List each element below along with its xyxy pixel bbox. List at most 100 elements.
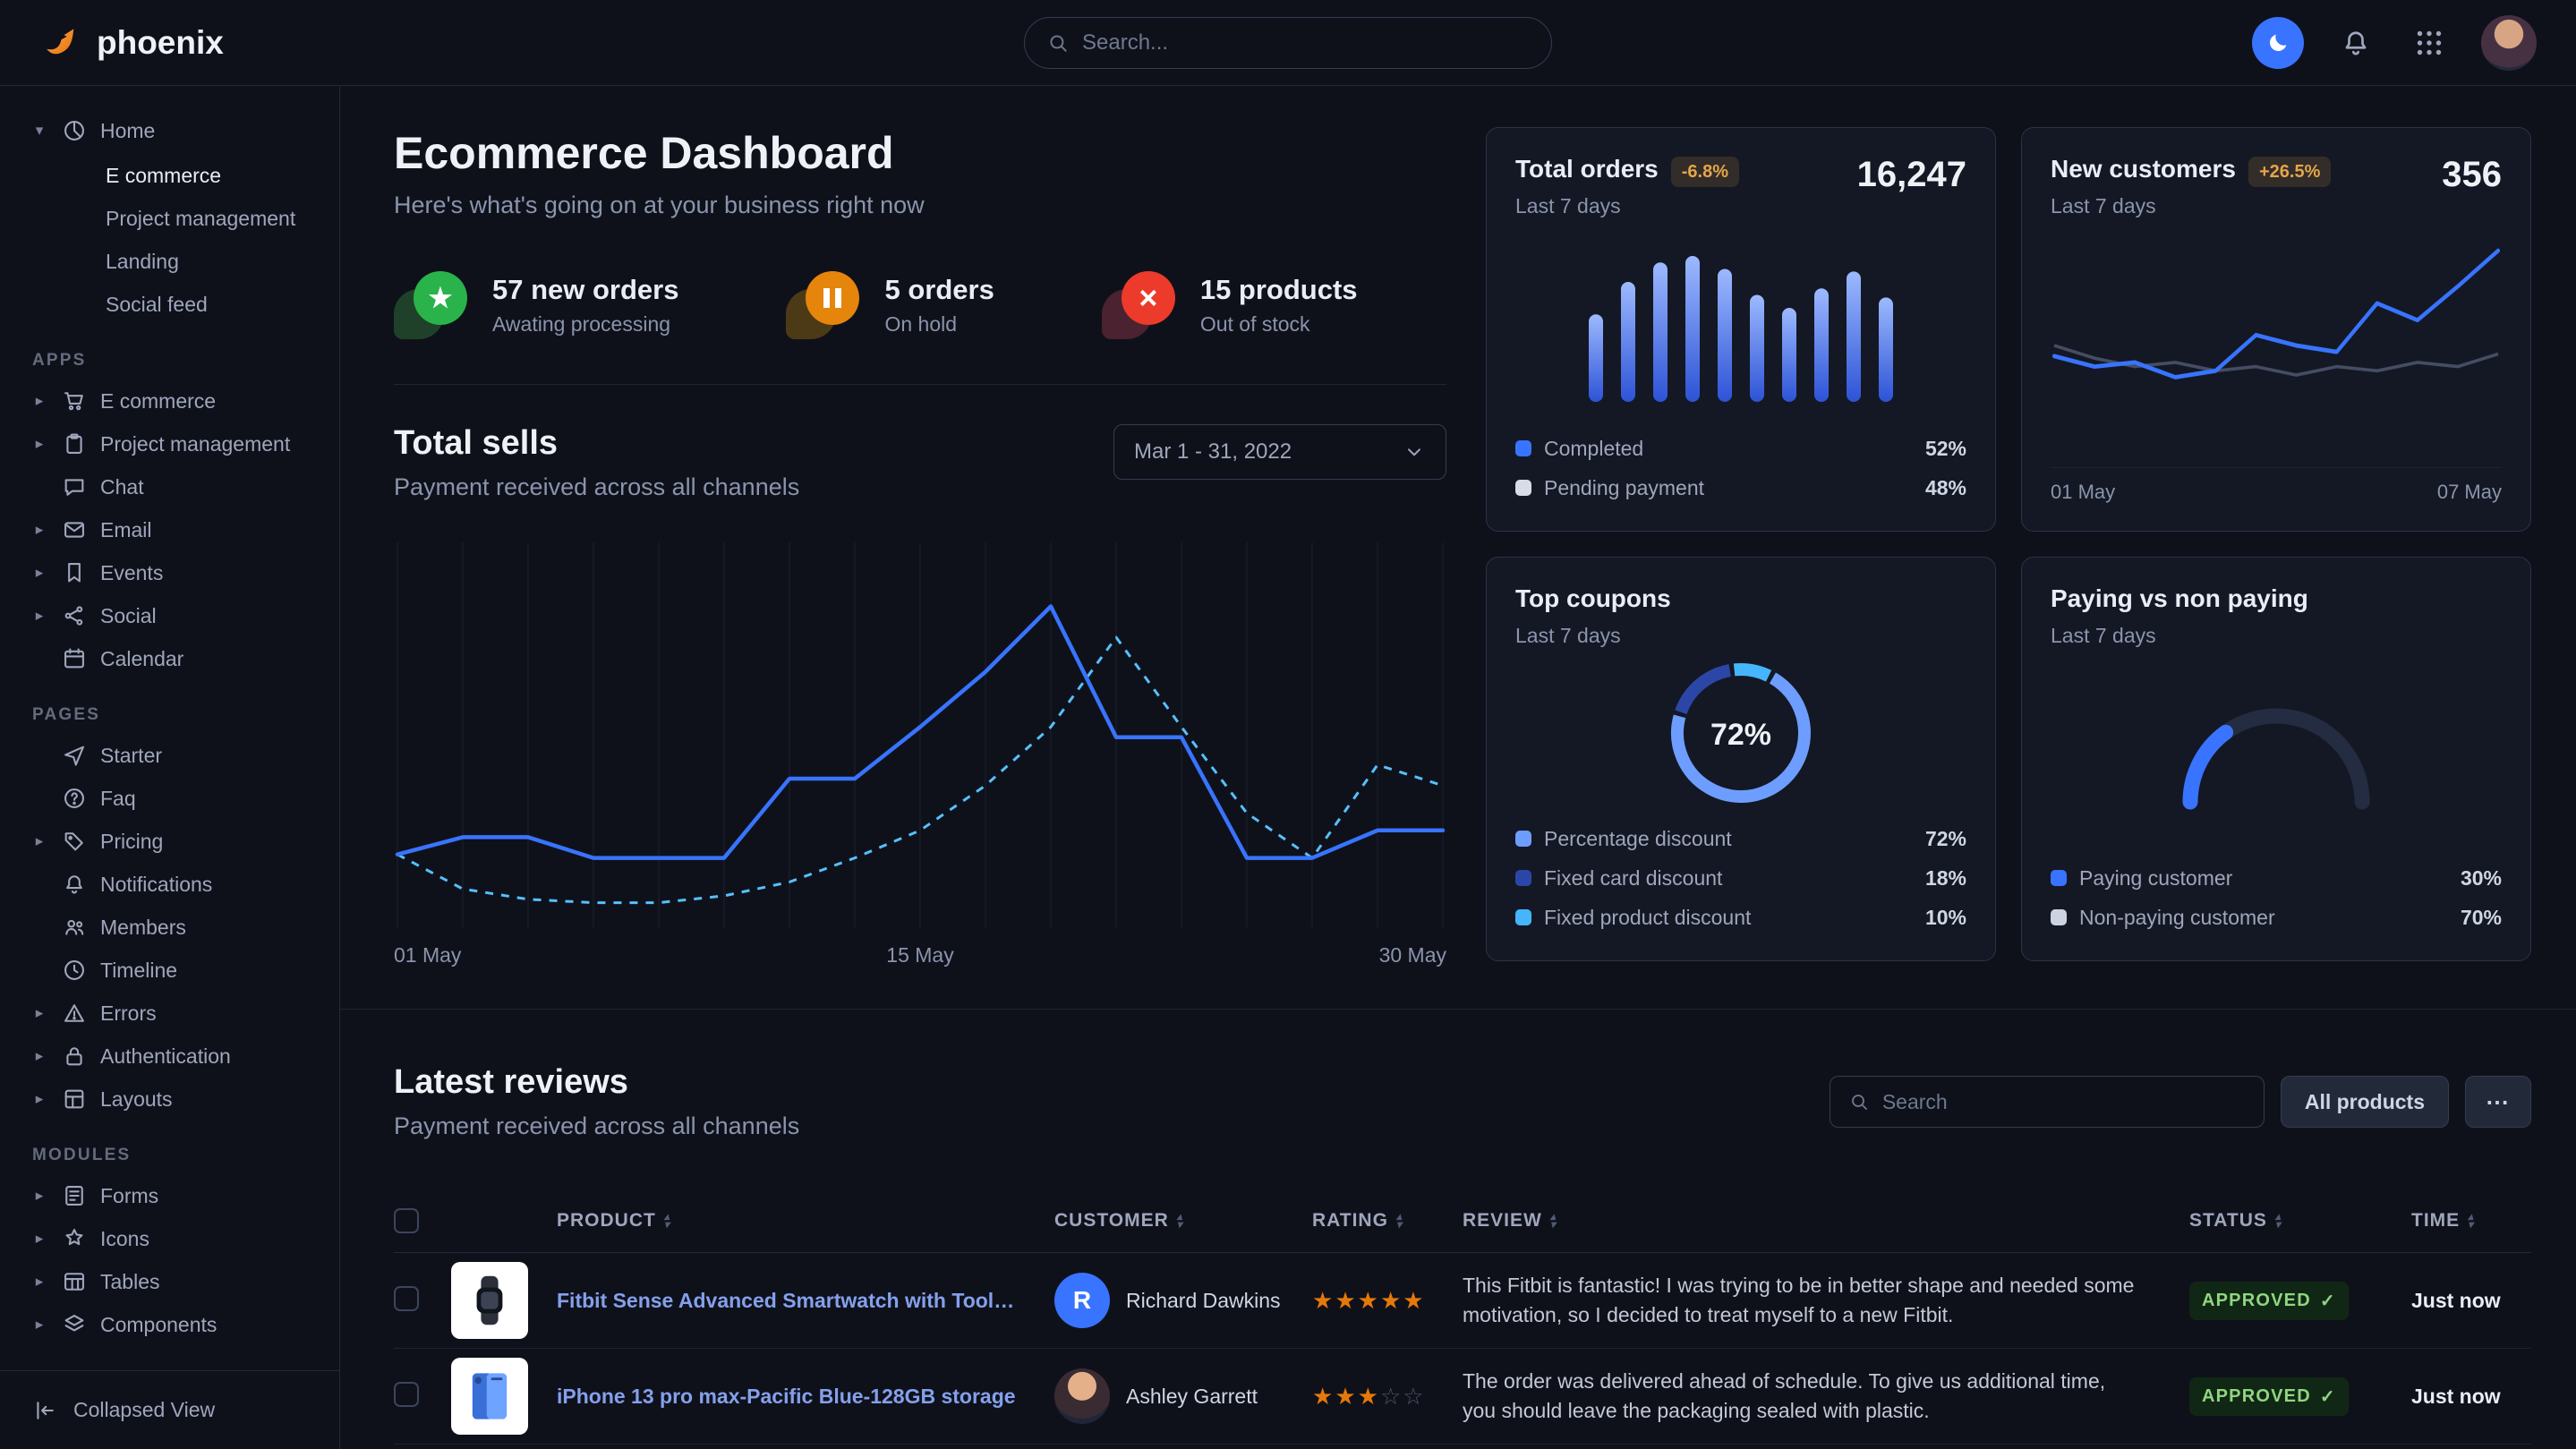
date-range-select[interactable]: Mar 1 - 31, 2022 (1113, 424, 1446, 480)
card-new-customers: New customers+26.5% Last 7 days 356 01 M… (2021, 127, 2531, 532)
legend-item: Pending payment 48% (1515, 472, 1966, 504)
more-options-button[interactable]: ⋯ (2465, 1076, 2531, 1128)
legend-label: Pending payment (1544, 476, 1704, 500)
product-link[interactable]: iPhone 13 pro max-Pacific Blue-128GB sto… (557, 1385, 1054, 1409)
reviews-search[interactable] (1830, 1076, 2265, 1128)
x-tick: 07 May (2437, 481, 2502, 504)
sidebar-item-layouts[interactable]: ▸Layouts (23, 1078, 316, 1121)
sort-icon[interactable]: ▴▾ (1550, 1213, 1557, 1229)
reviews-search-input[interactable] (1882, 1090, 2246, 1114)
legend-label: Fixed card discount (1544, 866, 1722, 891)
sort-icon[interactable]: ▴▾ (2468, 1213, 2474, 1229)
sidebar-item-home[interactable]: ▾ Home (23, 109, 316, 152)
sidebar-item-timeline[interactable]: Timeline (23, 949, 316, 992)
legend-swatch (1515, 440, 1531, 456)
caret-right-icon: ▸ (30, 521, 48, 539)
global-search-input[interactable] (1082, 30, 1530, 55)
product-link[interactable]: Fitbit Sense Advanced Smartwatch with To… (557, 1289, 1054, 1313)
sidebar-subitem-project-management[interactable]: Project management (23, 197, 316, 240)
sidebar-item-components[interactable]: ▸Components (23, 1303, 316, 1346)
check-icon: ✓ (2320, 1290, 2336, 1312)
search-icon (1046, 31, 1070, 55)
legend-item: Completed52% (1515, 432, 1966, 465)
sidebar-item-label: Calendar (100, 647, 183, 671)
sidebar-item-e-commerce[interactable]: ▸E commerce (23, 379, 316, 422)
legend-swatch (1515, 870, 1531, 886)
clipboard-icon (62, 431, 87, 456)
rating-stars: ★★★☆☆ (1312, 1383, 1463, 1411)
legend-swatch (1515, 909, 1531, 925)
sidebar-item-events[interactable]: ▸Events (23, 551, 316, 594)
all-products-button[interactable]: All products (2281, 1076, 2449, 1128)
sidebar-item-authentication[interactable]: ▸Authentication (23, 1035, 316, 1078)
sidebar-item-notifications[interactable]: Notifications (23, 863, 316, 906)
bookmark-icon (62, 560, 87, 585)
sidebar-item-chat[interactable]: Chat (23, 465, 316, 508)
brand[interactable]: phoenix (39, 21, 224, 64)
sidebar-item-starter[interactable]: Starter (23, 734, 316, 777)
global-search[interactable] (1024, 17, 1552, 69)
caret-right-icon: ▸ (30, 1273, 48, 1291)
product-image-iphone[interactable] (451, 1358, 528, 1435)
sort-icon[interactable]: ▴▾ (1177, 1213, 1183, 1229)
sidebar-item-errors[interactable]: ▸Errors (23, 992, 316, 1035)
card-title: Total orders (1515, 155, 1659, 183)
caret-down-icon: ▾ (30, 122, 48, 140)
topbar: phoenix (0, 0, 2576, 86)
customer-cell[interactable]: Ashley Garrett (1054, 1368, 1312, 1424)
legend-value: 18% (1925, 866, 1966, 891)
sidebar-item-label: Icons (100, 1227, 149, 1251)
card-title: Top coupons (1515, 584, 1671, 612)
new-customers-x-axis: 01 May 07 May (2051, 467, 2502, 504)
user-avatar[interactable] (2481, 15, 2537, 71)
sidebar-item-calendar[interactable]: Calendar (23, 637, 316, 680)
total-sells-title: Total sells (394, 424, 799, 463)
sidebar-item-email[interactable]: ▸Email (23, 508, 316, 551)
caret-right-icon: ▸ (30, 832, 48, 850)
row-checkbox[interactable] (394, 1286, 419, 1311)
table-row: iPhone 13 pro max-Pacific Blue-128GB sto… (394, 1349, 2531, 1445)
dashboard-left-column: Ecommerce Dashboard Here's what's going … (394, 127, 1446, 1009)
sidebar-item-tables[interactable]: ▸Tables (23, 1260, 316, 1303)
sidebar-item-label: E commerce (100, 389, 216, 413)
sidebar-item-members[interactable]: Members (23, 906, 316, 949)
sidebar-subitem-landing[interactable]: Landing (23, 240, 316, 283)
sort-icon[interactable]: ▴▾ (1396, 1213, 1403, 1229)
row-checkbox[interactable] (394, 1382, 419, 1407)
collapse-icon (32, 1398, 57, 1423)
sidebar-item-icons[interactable]: ▸Icons (23, 1217, 316, 1260)
notifications-button[interactable] (2334, 21, 2377, 64)
sidebar-section-title: PAGES (32, 705, 316, 725)
search-icon (1848, 1091, 1870, 1112)
sidebar-subitem-e-commerce[interactable]: E commerce (23, 154, 316, 197)
card-period: Last 7 days (1515, 194, 1739, 218)
apps-grid-button[interactable] (2408, 21, 2451, 64)
select-all-checkbox[interactable] (394, 1208, 419, 1233)
theme-toggle-button[interactable] (2252, 17, 2304, 69)
review-time: Just now (2411, 1289, 2531, 1313)
caret-right-icon: ▸ (30, 435, 48, 453)
sidebar-item-faq[interactable]: Faq (23, 777, 316, 820)
sidebar: ▾ Home E commerceProject managementLandi… (0, 86, 340, 1449)
sidebar-item-project-management[interactable]: ▸Project management (23, 422, 316, 465)
phoenix-logo-icon (39, 21, 82, 64)
layout-icon (62, 1087, 87, 1112)
legend-item: Paying customer30% (2051, 862, 2502, 894)
sort-icon[interactable]: ▴▾ (2275, 1213, 2282, 1229)
sidebar-item-social[interactable]: ▸Social (23, 594, 316, 637)
legend-value: 48% (1925, 476, 1966, 500)
sort-icon[interactable]: ▴▾ (664, 1213, 670, 1229)
sidebar-item-label: Pricing (100, 830, 163, 854)
card-period: Last 7 days (2051, 194, 2331, 218)
product-image-smartwatch[interactable] (451, 1262, 528, 1339)
stat-caption: Out of stock (1200, 312, 1358, 337)
new-customers-chart (2051, 218, 2502, 462)
sidebar-subitem-social-feed[interactable]: Social feed (23, 283, 316, 326)
sidebar-item-forms[interactable]: ▸Forms (23, 1174, 316, 1217)
total-orders-chart (1515, 218, 1966, 432)
collapsed-view-toggle[interactable]: Collapsed View (0, 1370, 339, 1449)
sidebar-item-pricing[interactable]: ▸ Pricing (23, 820, 316, 863)
page-title: Ecommerce Dashboard (394, 127, 1446, 179)
customer-cell[interactable]: RRichard Dawkins (1054, 1273, 1312, 1328)
caret-right-icon: ▸ (30, 1004, 48, 1022)
